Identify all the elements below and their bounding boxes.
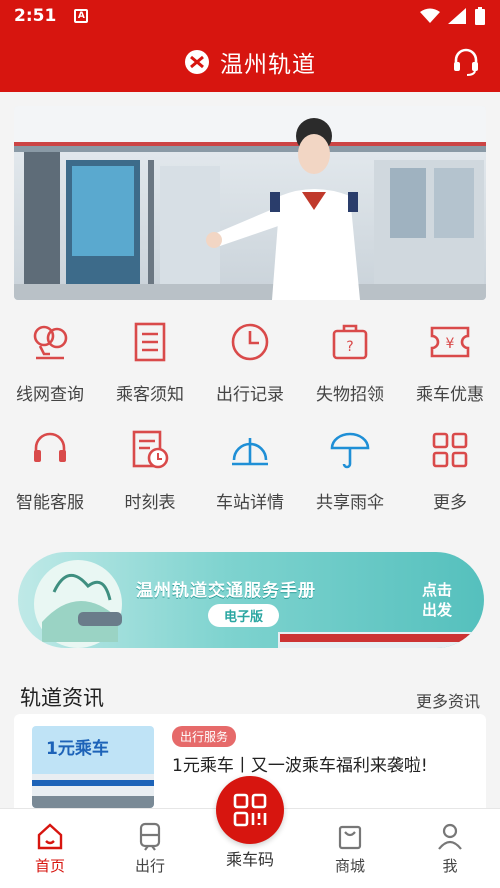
grid-label: 出行记录 (216, 385, 284, 405)
grid-label: 乘车优惠 (416, 385, 484, 405)
news-headline: 1元乘车丨又一波乘车福利来袭啦! (172, 756, 428, 776)
grid-label: 时刻表 (124, 493, 176, 513)
timetable-icon (132, 430, 169, 469)
manual-tag: 电子版 (208, 604, 280, 627)
ride-code-label: 乘车码 (225, 850, 274, 869)
station-staff-image (14, 106, 486, 300)
tab-label: 我 (442, 857, 458, 875)
tab-home[interactable]: 首页 (0, 809, 100, 888)
grid-item-lost-found[interactable]: ? 失物招领 (300, 312, 400, 420)
grid-item-timetable[interactable]: 时刻表 (100, 420, 200, 528)
grid-item-smart-service[interactable]: 智能客服 (0, 420, 100, 528)
manual-title: 温州轨道交通服务手册 (136, 581, 316, 601)
notification-icon: A (74, 9, 89, 23)
home-icon (37, 823, 63, 850)
promo-banner[interactable] (14, 106, 486, 300)
tab-travel[interactable]: 出行 (100, 809, 200, 888)
manual-cta-line1: 点击 (421, 581, 452, 599)
app-header: 温州轨道 (0, 32, 500, 92)
more-news-link[interactable]: 更多资讯 (416, 688, 480, 712)
grid-item-more[interactable]: 更多 (400, 420, 500, 528)
grid-item-shared-umbrella[interactable]: 共享雨伞 (300, 420, 400, 528)
status-time: 2:51 (14, 6, 57, 26)
lost-bag-icon: ? (332, 324, 368, 360)
customer-service-icon[interactable] (450, 46, 482, 78)
grid-item-trip-records[interactable]: 出行记录 (200, 312, 300, 420)
shop-bag-icon (338, 825, 362, 850)
umbrella-icon (330, 432, 370, 469)
manual-cta-line2: 出发 (421, 601, 452, 619)
ride-code-button[interactable] (216, 776, 284, 844)
news-header: 轨道资讯 更多资讯 (20, 682, 480, 712)
signal-icon (448, 8, 466, 24)
grid-label: 车站详情 (216, 493, 284, 513)
grid-item-network[interactable]: 线网查询 (0, 312, 100, 420)
qr-code-icon (233, 793, 267, 827)
svg-text:?: ? (346, 339, 353, 355)
map-balloon-icon (33, 325, 68, 360)
manual-cta[interactable]: 点击 出发 (422, 580, 452, 620)
grid-item-passenger-notice[interactable]: 乘客须知 (100, 312, 200, 420)
coupon-ticket-icon: ¥ (430, 326, 470, 358)
wifi-icon (420, 8, 440, 23)
thumb-text: 1元乘车 (46, 738, 109, 759)
user-icon (438, 823, 462, 850)
notice-document-icon (134, 322, 166, 362)
svg-text:¥: ¥ (446, 336, 455, 352)
grid-label: 智能客服 (16, 493, 84, 513)
feature-grid: 线网查询 乘客须知 出行记录 ? 失物招领 ¥ 乘车优惠 智能客服 时刻表 车站… (0, 312, 500, 528)
clock-icon (231, 323, 269, 361)
grid-item-station-details[interactable]: 车站详情 (200, 420, 300, 528)
tab-shop[interactable]: 商城 (300, 809, 400, 888)
more-grid-icon (432, 432, 468, 468)
station-icon (232, 438, 268, 466)
service-manual-banner[interactable]: 温州轨道交通服务手册 电子版 点击 出发 (18, 552, 484, 648)
news-section-title: 轨道资讯 (20, 686, 104, 710)
tab-me[interactable]: 我 (400, 809, 500, 888)
battery-icon (475, 7, 485, 25)
news-thumbnail: 1元乘车 (32, 726, 154, 808)
grid-item-discounts[interactable]: ¥ 乘车优惠 (400, 312, 500, 420)
grid-label: 失物招领 (316, 385, 384, 405)
headset-icon (34, 432, 66, 462)
grid-label: 线网查询 (16, 385, 84, 405)
metro-logo-icon (185, 50, 209, 74)
grid-label: 更多 (433, 493, 467, 513)
status-bar: 2:51 A (0, 0, 500, 32)
news-tag: 出行服务 (172, 726, 237, 747)
tab-label: 商城 (334, 857, 365, 875)
page-title: 温州轨道 (220, 52, 316, 78)
tab-label: 首页 (34, 857, 65, 875)
tab-label: 出行 (134, 857, 165, 875)
grid-label: 共享雨伞 (316, 493, 384, 513)
train-icon (139, 822, 161, 851)
grid-label: 乘客须知 (116, 385, 184, 405)
